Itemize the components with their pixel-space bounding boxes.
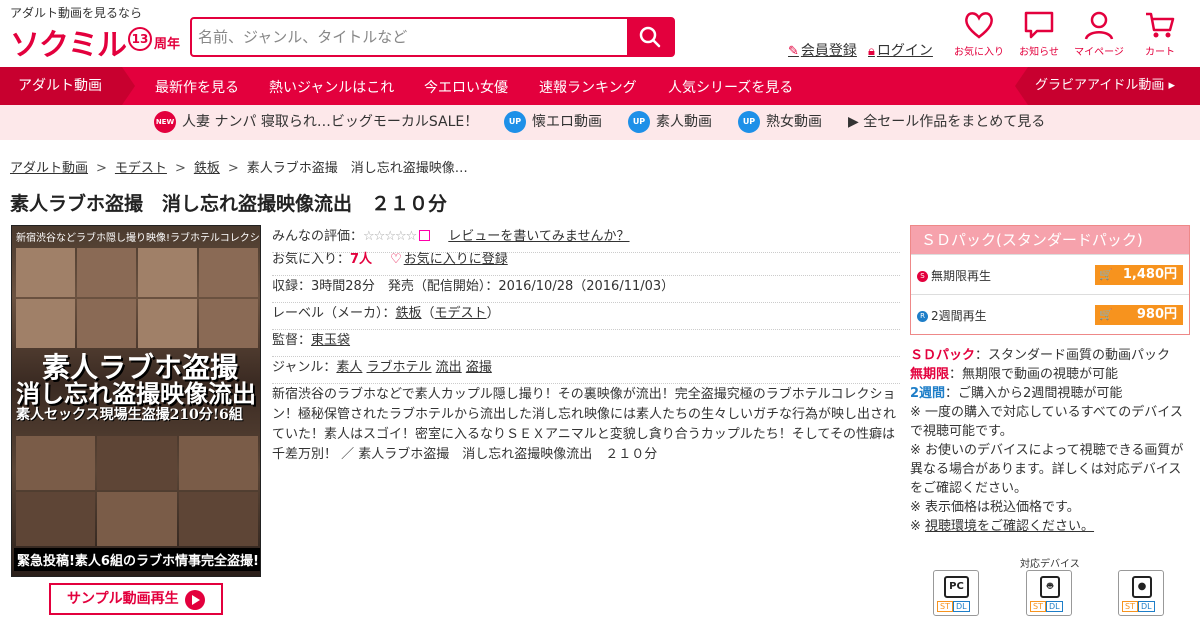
description: 新宿渋谷のラブホなどで素人カップル隠し撮り！その裏映像が流出！完全盗撮究極のラブ… (272, 387, 897, 462)
sample-play-button[interactable]: サンプル動画再生 (49, 583, 223, 615)
maker-link[interactable]: モデスト (435, 306, 487, 321)
breadcrumb-item[interactable]: モデスト (115, 161, 167, 176)
anniversary-suffix: 周年 (154, 37, 181, 52)
genre-row: ジャンル：素人 ラブホテル 流出 盗撮 (272, 357, 900, 384)
director-link[interactable]: 東玉袋 (311, 333, 350, 348)
heart-icon[interactable]: ♡ (390, 252, 402, 267)
site-logo[interactable]: ソクミル (10, 20, 127, 64)
breadcrumb: アダルト動画 > モデスト > 鉄板 > 素人ラブホ盗撮 消し忘れ盗撮映像… (10, 161, 468, 176)
search-box (190, 17, 675, 57)
chevron-right-icon: ▸ (1168, 78, 1176, 93)
play-icon (185, 590, 205, 610)
nav-adult-video[interactable]: アダルト動画 (0, 67, 135, 105)
apple-icon: ● (1132, 576, 1152, 598)
nav-gravure[interactable]: グラビアアイドル動画 ▸ (1015, 67, 1200, 105)
pack-title: ＳＤパック(スタンダードパック) (911, 226, 1189, 254)
android-icon: 🤖︎ (1040, 576, 1060, 598)
nav-item-latest[interactable]: 最新作を見る (155, 67, 239, 105)
search-button[interactable] (627, 19, 673, 55)
sub-item-sale[interactable]: NEW 人妻 ナンパ 寝取られ…ビッグモーカルSALE！ (154, 105, 478, 140)
nav-item-hot-genres[interactable]: 熱いジャンルはこれ (269, 67, 394, 105)
sub-item-mature[interactable]: UP 熟女動画 (738, 105, 822, 140)
pc-icon: PC (944, 576, 969, 598)
cover-title-3: 素人セックス現場生盗撮210分!6組 (16, 407, 243, 423)
sub-item-retro[interactable]: UP 懐エロ動画 (504, 105, 602, 140)
header-notices[interactable]: お知らせ (1009, 10, 1069, 58)
heart-icon (965, 12, 993, 39)
cart-icon (1146, 12, 1175, 38)
new-badge-icon: NEW (154, 111, 176, 133)
breadcrumb-item[interactable]: 鉄板 (194, 161, 220, 176)
page-title: 素人ラブホ盗撮 消し忘れ盗撮映像流出 ２１０分 (10, 193, 448, 215)
device-pc: PC ST DL (933, 570, 979, 616)
cover-image[interactable]: 新宿渋谷などラブホ隠し撮り映像!ラブホテルコレクション究極のエロスドキュメント!… (11, 225, 261, 577)
device-apple: ● ST DL (1118, 570, 1164, 616)
rating-stars: ☆☆☆☆☆ (363, 229, 417, 244)
nav-item-actresses[interactable]: 今エロい女優 (424, 67, 508, 105)
environment-link[interactable]: 視聴環境をご確認ください。 (925, 519, 1094, 534)
label-link[interactable]: 鉄板 (396, 306, 422, 321)
login-link[interactable]: 🔒︎ ログイン (868, 40, 933, 60)
up-badge-icon: UP (628, 111, 650, 133)
search-icon (639, 26, 661, 48)
genre-link[interactable]: 流出 (436, 360, 462, 375)
review-link[interactable]: レビューを書いてみませんか？ (448, 229, 629, 244)
header-favorites[interactable]: お気に入り (949, 10, 1009, 58)
genre-link[interactable]: ラブホテル (367, 360, 432, 375)
devices-title: 対応デバイス (1020, 559, 1080, 570)
up-badge-icon: UP (738, 111, 760, 133)
director-row: 監督：東玉袋 (272, 330, 900, 357)
pack-notes: ＳＤパック：スタンダード画質の動画パック 無期限：無期限で動画の視聴が可能 2週… (910, 348, 1184, 534)
sub-item-amateur[interactable]: UP 素人動画 (628, 105, 712, 140)
chevron-down-icon[interactable] (419, 230, 431, 241)
message-icon (1024, 11, 1054, 39)
play-arrow-icon: ▶ (848, 114, 864, 130)
register-link[interactable]: ✎ 会員登録 (788, 40, 857, 60)
nav-item-series[interactable]: 人気シリーズを見る (668, 67, 793, 105)
sub-item-all-sale[interactable]: ▶ 全セール作品をまとめて見る (848, 105, 1045, 140)
lock-icon: 🔒︎ (868, 44, 875, 59)
pencil-icon: ✎ (788, 44, 799, 59)
favorite-row: お気に入り：7人 ♡ お気に入りに登録 (272, 249, 900, 276)
sub-nav: NEW 人妻 ナンパ 寝取られ…ビッグモーカルSALE！ UP 懐エロ動画 UP 素人… (0, 105, 1200, 140)
label-row: レーベル（メーカ）：鉄板（モデスト） (272, 303, 900, 330)
add-favorite-link[interactable]: お気に入りに登録 (404, 252, 508, 267)
tagline: アダルト動画を見るなら (10, 6, 143, 20)
cover-top-text: 新宿渋谷などラブホ隠し撮り映像!ラブホテルコレクション究極のエロスドキュメント! (16, 233, 260, 244)
s-badge-icon: S (917, 271, 928, 282)
favorite-count: 7人 (350, 252, 373, 267)
pack-row-unlimited: S無期限再生 1,480円 (911, 254, 1189, 294)
purchase-pack: ＳＤパック(スタンダードパック) S無期限再生 1,480円 R2週間再生 98… (910, 225, 1190, 335)
header-mypage[interactable]: マイページ (1069, 10, 1129, 58)
breadcrumb-item[interactable]: アダルト動画 (10, 161, 88, 176)
cover-bottom-text: 緊急投稿!素人6組のラブホ情事完全盗撮! (14, 548, 260, 571)
buy-unlimited-button[interactable]: 1,480円 (1095, 265, 1183, 285)
header: アダルト動画を見るなら ソクミル 13 周年 ✎会員登録 🔒︎ログイン お気に入… (0, 0, 1200, 67)
breadcrumb-current: 素人ラブホ盗撮 消し忘れ盗撮映像… (246, 161, 468, 176)
user-icon (1084, 11, 1114, 40)
buy-2weeks-button[interactable]: 980円 (1095, 305, 1183, 325)
genre-link[interactable]: 盗撮 (466, 360, 492, 375)
search-input[interactable] (192, 19, 628, 55)
device-android: 🤖︎ ST DL (1026, 570, 1072, 616)
cover-thumbs-bottom (16, 436, 258, 546)
cover-thumbs-top (16, 248, 258, 348)
r-badge-icon: R (917, 311, 928, 322)
main-nav: アダルト動画 最新作を見る 熱いジャンルはこれ 今エロい女優 速報ランキング 人… (0, 67, 1200, 105)
pack-row-2weeks: R2週間再生 980円 (911, 294, 1189, 334)
header-cart[interactable]: カート (1130, 10, 1190, 58)
nav-item-ranking[interactable]: 速報ランキング (539, 67, 637, 105)
anniversary-badge: 13 (128, 27, 152, 51)
up-badge-icon: UP (504, 111, 526, 133)
genre-link[interactable]: 素人 (336, 360, 362, 375)
record-row: 収録：3時間28分 発売（配信開始）：2016/10/28（2016/11/03… (272, 276, 900, 303)
